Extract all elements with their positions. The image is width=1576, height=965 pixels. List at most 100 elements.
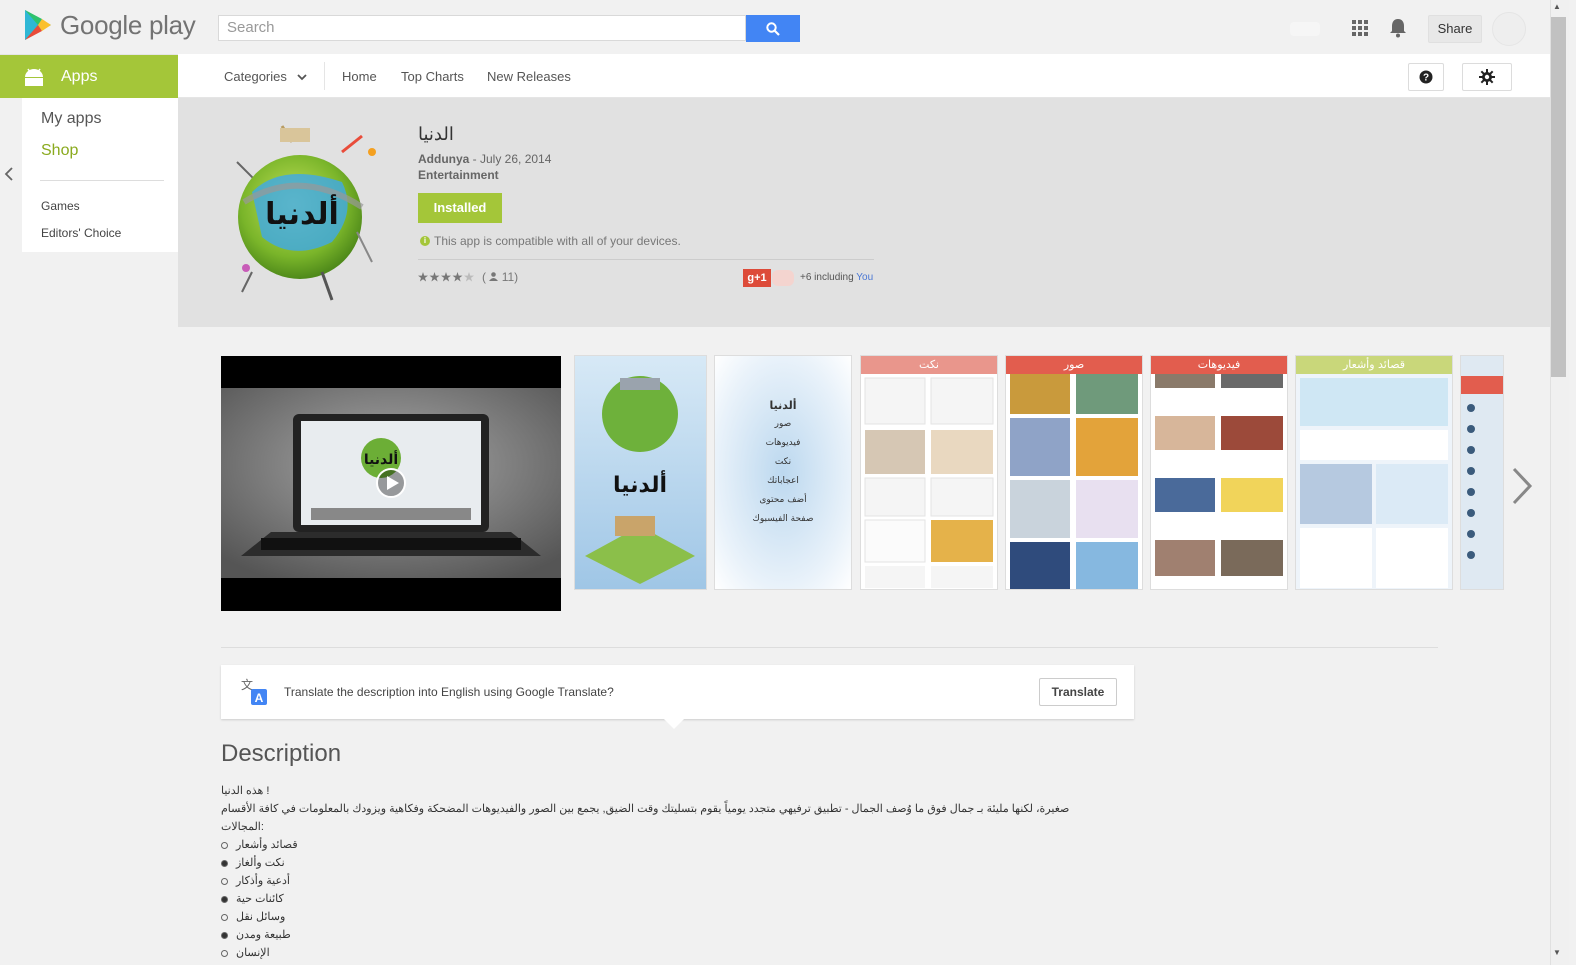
screenshot-header: فيديوهات [1151,356,1287,374]
top-bar: Google play Search Share [0,0,1550,55]
play-logo-icon [25,10,51,40]
logo-text: Google play [60,9,196,40]
screenshot-6[interactable]: قصائد وأشعار [1296,356,1452,589]
scroll-down-arrow-icon[interactable]: ▼ [1553,948,1561,957]
menu-item: أضف محتوى [759,495,807,505]
screenshot-2[interactable]: ألدنيا صور فيديوهات نكت اعجاباتك أضف محت… [715,356,851,589]
scroll-up-arrow-icon[interactable]: ▲ [1553,2,1561,11]
notifications-bell-icon[interactable] [1389,18,1407,38]
bullet-icon [221,895,228,903]
app-icon-wordmark: ألدنيا [265,194,339,232]
list-item: أدعية وأذكار [221,872,1069,890]
gear-icon [1479,69,1495,85]
description-line: :المجالات [221,821,264,833]
screenshot-1[interactable]: ألدنيا [575,356,706,589]
list-item-text: نكت وألغاز [236,857,285,869]
settings-button[interactable] [1462,63,1512,91]
menu-item: فيديوهات [765,438,801,448]
menu-item: ألدنيا [769,399,797,412]
star-rating-icon [418,272,474,282]
release-date: - July 26, 2014 [469,152,552,166]
list-item-text: وسائل نقل [236,911,286,923]
category-link[interactable]: Entertainment [418,168,499,182]
rating-count-wrapper: ( 11) [482,270,519,284]
nav-top-charts[interactable]: Top Charts [401,69,464,84]
scrollbar-thumb[interactable] [1551,17,1566,377]
section-divider [221,647,1438,648]
play-button-icon[interactable] [375,467,407,499]
bullet-icon [221,841,228,849]
description-bullet-list: قصائد وأشعار نكت وألغاز أدعية وأذكار كائ… [221,836,1069,962]
info-icon: i [420,236,430,246]
app-title: الدنيا [418,124,454,144]
nav-new-releases[interactable]: New Releases [487,69,571,84]
google-play-logo[interactable]: Google play [24,9,196,41]
screenshot-5[interactable]: فيديوهات [1151,356,1287,589]
developer-link[interactable]: Addunya [418,152,469,166]
installed-button[interactable]: Installed [418,193,502,223]
list-item-text: قصائد وأشعار [236,839,298,851]
screenshot-splash-art: ألدنيا [585,376,695,584]
sidebar-item-my-apps[interactable]: My apps [41,110,101,128]
list-item-text: طبيعة ومدن [236,929,291,941]
sidebar-item-editors-choice[interactable]: Editors' Choice [41,226,121,240]
list-item: كائنات حية [221,890,1069,908]
developer-line: Addunya - July 26, 2014 [418,152,551,166]
apps-tab-label: Apps [61,67,98,85]
android-icon [25,68,43,86]
bullet-icon [221,859,228,867]
svg-text:A: A [255,691,264,705]
categories-dropdown[interactable]: Categories [224,69,307,84]
screenshot-side-menu [1461,376,1503,559]
sidebar-item-shop[interactable]: Shop [41,142,78,160]
list-item: نكت وألغاز [221,854,1069,872]
apps-grid-icon[interactable] [1352,20,1368,36]
screenshot-header: قصائد وأشعار [1296,356,1452,374]
gplus-button[interactable]: g+1 [743,269,771,287]
screenshot-4[interactable]: صور [1006,356,1142,589]
translate-button[interactable]: Translate [1039,678,1117,706]
menu-item: صفحة الفيسبوك [752,514,814,524]
svg-text:?: ? [1423,73,1429,84]
screenshot-3[interactable]: نكت [861,356,997,589]
collapse-sidebar-icon[interactable] [4,166,14,182]
plus-you[interactable]: You [856,272,873,283]
translate-banner: 文 A Translate the description into Engli… [221,665,1134,719]
avatar[interactable] [1492,12,1526,46]
video-title: ألدنيا [364,450,398,468]
list-item-text: كائنات حية [236,893,284,905]
apps-tab[interactable]: Apps [0,55,178,98]
next-screenshots-arrow-icon[interactable] [1510,465,1534,507]
screenshot-menu: ألدنيا صور فيديوهات نكت اعجاباتك أضف محت… [715,396,851,529]
bullet-icon [221,877,228,885]
help-button[interactable]: ? [1408,63,1444,91]
help-icon: ? [1419,70,1433,84]
screenshot-poetry-cards [1300,378,1448,588]
promo-video[interactable]: ألدنيا [221,356,561,611]
gplus-avatars [772,270,794,286]
search-input[interactable]: Search [218,15,746,41]
plus-one-text: +6 including You [800,272,873,283]
description-body: ! هذه الدنيا صغيرة، لكنها مليئة بـ جمال … [221,782,1069,962]
search-button[interactable] [746,15,800,42]
list-item-text: الإنسان [236,947,270,959]
screenshot-videos-grid [1155,374,1283,576]
list-item: وسائل نقل [221,908,1069,926]
sidebar-divider [40,180,164,181]
screenshot-7[interactable] [1461,356,1503,589]
list-item: طبيعة ومدن [221,926,1069,944]
nav-home[interactable]: Home [342,69,377,84]
header-separator [418,259,874,260]
sidebar: My apps Shop Games Editors' Choice [22,98,178,252]
compatibility-text: This app is compatible with all of your … [434,234,681,248]
list-item: قصائد وأشعار [221,836,1069,854]
svg-text:文: 文 [241,677,253,692]
screenshot-jokes-grid [864,377,994,588]
screenshot-header: صور [1006,356,1142,374]
plus-count: +6 including [800,272,857,283]
menu-item: نكت [774,457,792,467]
share-button[interactable]: Share [1428,15,1482,43]
sidebar-item-games[interactable]: Games [41,199,80,213]
nav-bar: Categories Home Top Charts New Releases … [178,54,1550,98]
rating: ( 11) [418,270,518,284]
